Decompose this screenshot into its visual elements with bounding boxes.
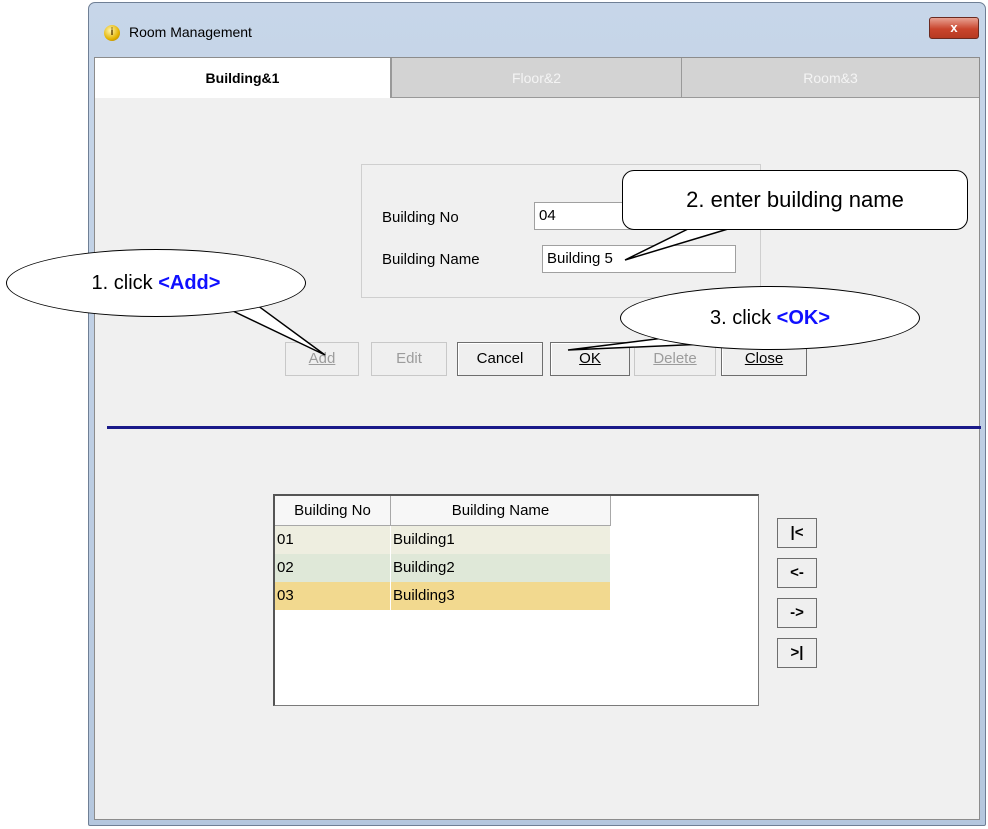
callout-1-text: 1. click	[91, 272, 159, 294]
tab-strip: Building&1 Floor&2 Room&3	[95, 58, 979, 98]
cell-building-name: Building2	[391, 554, 611, 582]
app-icon: i	[104, 25, 120, 41]
column-header-building-no[interactable]: Building No	[275, 496, 391, 526]
table-row-selected[interactable]: 03 Building3	[275, 582, 611, 610]
close-button-label: Close	[744, 350, 784, 367]
ok-button-label: OK	[579, 350, 601, 367]
buildings-grid[interactable]: Building No Building Name 01 Building1 0…	[273, 494, 759, 706]
edit-button[interactable]: Edit	[371, 342, 447, 376]
next-record-button[interactable]: ->	[777, 598, 817, 628]
table-row[interactable]: 01 Building1	[275, 526, 611, 554]
table-row[interactable]: 02 Building2	[275, 554, 611, 582]
callout-3-text: 3. click	[709, 307, 777, 329]
previous-record-button[interactable]: <-	[777, 558, 817, 588]
last-record-button[interactable]: >|	[777, 638, 817, 668]
column-header-building-name[interactable]: Building Name	[391, 496, 611, 526]
section-separator	[107, 426, 981, 429]
delete-button[interactable]: Delete	[634, 342, 716, 376]
cell-building-name: Building3	[391, 582, 611, 610]
building-no-label: Building No	[382, 209, 459, 226]
cancel-button[interactable]: Cancel	[457, 342, 543, 376]
tab-floor[interactable]: Floor&2	[391, 58, 681, 98]
title-bar[interactable]: i Room Management x	[89, 3, 985, 53]
tab-room[interactable]: Room&3	[681, 58, 979, 98]
tab-building[interactable]: Building&1	[95, 58, 391, 98]
callout-click-ok: 3. click <OK>	[620, 286, 920, 350]
callout-1-highlight: <Add>	[158, 272, 221, 294]
window-title: Room Management	[129, 24, 252, 40]
add-button-label: Add	[308, 350, 336, 367]
callout-click-add: 1. click <Add>	[6, 249, 306, 317]
cell-building-no: 02	[275, 554, 391, 582]
callout-enter-building-name: 2. enter building name	[622, 170, 968, 230]
close-window-button[interactable]: x	[929, 17, 979, 39]
building-name-label: Building Name	[382, 251, 480, 268]
callout-2-text: 2. enter building name	[686, 187, 904, 212]
ok-button[interactable]: OK	[550, 342, 630, 376]
callout-3-highlight: <OK>	[776, 307, 831, 329]
first-record-button[interactable]: |<	[777, 518, 817, 548]
add-button[interactable]: Add	[285, 342, 359, 376]
building-name-input[interactable]: Building 5	[542, 245, 736, 273]
cell-building-name: Building1	[391, 526, 611, 554]
cell-building-no: 01	[275, 526, 391, 554]
cancel-button-label: Cancel	[476, 350, 524, 367]
room-management-window: i Room Management x Building&1 Floor&2 R…	[88, 2, 986, 826]
edit-button-label: Edit	[396, 350, 422, 367]
delete-button-label: Delete	[653, 350, 697, 367]
cell-building-no: 03	[275, 582, 391, 610]
